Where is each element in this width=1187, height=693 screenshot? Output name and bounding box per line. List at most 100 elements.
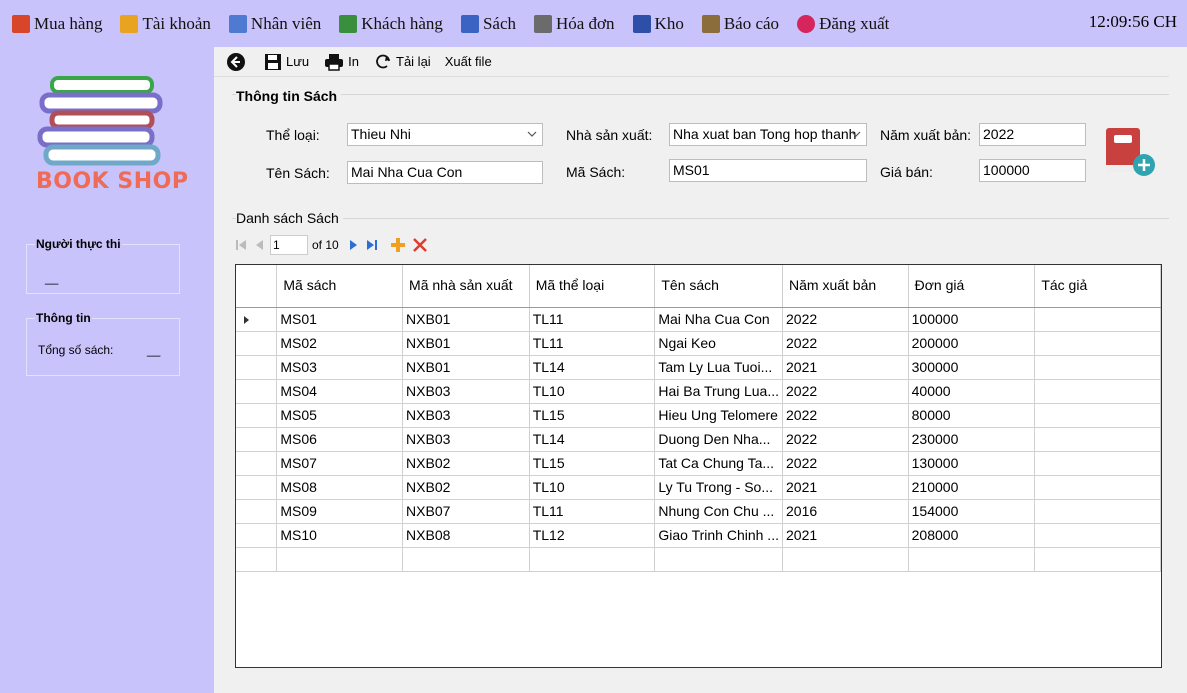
table-row[interactable]: MS01 NXB01 TL11 Mai Nha Cua Con 2022 100000 <box>236 307 1161 332</box>
table-row[interactable]: MS03 NXB01 TL14 Tam Ly Lua Tuoi... 2021 30000… <box>236 355 1161 380</box>
next-record-button[interactable] <box>345 236 363 254</box>
publisher-select[interactable]: Nha xuat ban Tong hop thanh <box>669 123 867 146</box>
col-nam-xuat-ban[interactable]: Năm xuất bản <box>782 265 909 308</box>
col-ten-sach[interactable]: Tên sách <box>654 265 783 308</box>
back-button[interactable] <box>226 52 249 72</box>
book-code-input[interactable]: MS01 <box>669 159 867 182</box>
table-cell[interactable]: 130000 <box>908 451 1036 476</box>
table-cell[interactable]: Duong Den Nha... <box>654 427 783 452</box>
row-header[interactable] <box>236 403 278 428</box>
table-cell[interactable]: TL15 <box>529 451 656 476</box>
row-header[interactable] <box>236 499 278 524</box>
delete-record-button[interactable] <box>411 236 429 254</box>
add-record-button[interactable] <box>389 236 407 254</box>
save-button[interactable]: Lưu <box>263 52 309 72</box>
table-cell[interactable]: MS04 <box>276 379 404 404</box>
menu-hoa-don[interactable]: Hóa đơn <box>522 0 621 47</box>
table-row[interactable]: MS05 NXB03 TL15 Hieu Ung Telomere 2022 80000 <box>236 403 1161 428</box>
table-cell[interactable]: TL10 <box>529 475 656 500</box>
table-cell[interactable]: Ngai Keo <box>654 331 783 356</box>
table-cell[interactable]: NXB03 <box>402 427 530 452</box>
table-row[interactable]: MS10 NXB08 TL12 Giao Trinh Chinh ... 2021 208… <box>236 523 1161 548</box>
table-cell[interactable]: Mai Nha Cua Con <box>654 307 783 332</box>
row-header[interactable] <box>236 355 278 380</box>
table-cell[interactable]: NXB03 <box>402 379 530 404</box>
table-cell[interactable] <box>1034 547 1161 572</box>
table-cell[interactable] <box>1034 307 1161 332</box>
table-cell[interactable] <box>402 547 530 572</box>
menu-dang-xuat[interactable]: Đăng xuất <box>785 0 895 47</box>
table-cell[interactable]: TL11 <box>529 307 656 332</box>
table-cell[interactable]: TL10 <box>529 379 656 404</box>
table-cell[interactable]: 2022 <box>782 451 909 476</box>
table-cell[interactable]: 2021 <box>782 475 909 500</box>
table-row[interactable]: MS06 NXB03 TL14 Duong Den Nha... 2022 230000 <box>236 427 1161 452</box>
table-cell[interactable]: Nhung Con Chu ... <box>654 499 783 524</box>
col-don-gia[interactable]: Đơn giá <box>908 265 1036 308</box>
table-cell[interactable] <box>1034 355 1161 380</box>
table-cell[interactable] <box>782 547 909 572</box>
genre-select[interactable]: Thieu Nhi <box>347 123 543 146</box>
books-grid[interactable]: Mã sách Mã nhà sản xuất Mã thể loại Tên … <box>235 264 1162 668</box>
row-header[interactable] <box>236 475 278 500</box>
table-cell[interactable]: NXB01 <box>402 331 530 356</box>
table-cell[interactable]: NXB02 <box>402 451 530 476</box>
table-cell[interactable]: 2016 <box>782 499 909 524</box>
table-cell[interactable]: 80000 <box>908 403 1036 428</box>
table-cell[interactable] <box>1034 379 1161 404</box>
table-cell[interactable] <box>236 547 278 572</box>
table-cell[interactable]: TL11 <box>529 331 656 356</box>
year-input[interactable]: 2022 <box>979 123 1086 146</box>
table-row[interactable]: MS02 NXB01 TL11 Ngai Keo 2022 200000 <box>236 331 1161 356</box>
table-cell[interactable]: 2022 <box>782 379 909 404</box>
table-cell[interactable] <box>908 547 1036 572</box>
table-cell[interactable]: MS02 <box>276 331 404 356</box>
table-cell[interactable]: 40000 <box>908 379 1036 404</box>
table-cell[interactable] <box>1034 523 1161 548</box>
col-ma-sach[interactable]: Mã sách <box>276 265 404 308</box>
menu-khach-hang[interactable]: Khách hàng <box>327 0 449 47</box>
table-cell[interactable]: 100000 <box>908 307 1036 332</box>
book-name-input[interactable]: Mai Nha Cua Con <box>347 161 543 184</box>
table-cell[interactable] <box>1034 475 1161 500</box>
table-row[interactable]: MS09 NXB07 TL11 Nhung Con Chu ... 2016 154000 <box>236 499 1161 524</box>
table-cell[interactable]: 208000 <box>908 523 1036 548</box>
print-button[interactable]: In <box>323 52 359 72</box>
table-cell[interactable] <box>1034 331 1161 356</box>
table-cell[interactable]: 154000 <box>908 499 1036 524</box>
table-cell[interactable] <box>1034 403 1161 428</box>
col-ma-the-loai[interactable]: Mã thể loại <box>529 265 656 308</box>
table-cell[interactable]: NXB01 <box>402 307 530 332</box>
table-cell[interactable]: MS05 <box>276 403 404 428</box>
table-cell[interactable]: 2022 <box>782 403 909 428</box>
table-cell[interactable] <box>529 547 656 572</box>
table-cell[interactable]: Giao Trinh Chinh ... <box>654 523 783 548</box>
new-row[interactable] <box>236 547 1161 572</box>
table-cell[interactable]: Tam Ly Lua Tuoi... <box>654 355 783 380</box>
table-cell[interactable]: Hai Ba Trung Lua... <box>654 379 783 404</box>
table-cell[interactable]: MS03 <box>276 355 404 380</box>
row-header[interactable] <box>236 427 278 452</box>
menu-sach[interactable]: Sách <box>449 0 522 47</box>
table-cell[interactable]: NXB07 <box>402 499 530 524</box>
table-cell[interactable]: 2021 <box>782 355 909 380</box>
table-cell[interactable]: MS06 <box>276 427 404 452</box>
row-header[interactable] <box>236 451 278 476</box>
table-row[interactable]: MS04 NXB03 TL10 Hai Ba Trung Lua... 2022 4000… <box>236 379 1161 404</box>
table-cell[interactable]: Ly Tu Trong - So... <box>654 475 783 500</box>
row-header[interactable] <box>236 331 278 356</box>
menu-tai-khoan[interactable]: Tài khoản <box>108 0 216 47</box>
table-cell[interactable]: MS10 <box>276 523 404 548</box>
table-cell[interactable]: 200000 <box>908 331 1036 356</box>
table-cell[interactable]: MS07 <box>276 451 404 476</box>
table-cell[interactable]: 300000 <box>908 355 1036 380</box>
table-cell[interactable]: NXB08 <box>402 523 530 548</box>
table-cell[interactable] <box>1034 427 1161 452</box>
table-cell[interactable]: Hieu Ung Telomere <box>654 403 783 428</box>
table-cell[interactable]: 230000 <box>908 427 1036 452</box>
table-cell[interactable]: MS09 <box>276 499 404 524</box>
price-input[interactable]: 100000 <box>979 159 1086 182</box>
table-cell[interactable]: 2022 <box>782 307 909 332</box>
table-cell[interactable] <box>276 547 404 572</box>
table-cell[interactable]: NXB01 <box>402 355 530 380</box>
